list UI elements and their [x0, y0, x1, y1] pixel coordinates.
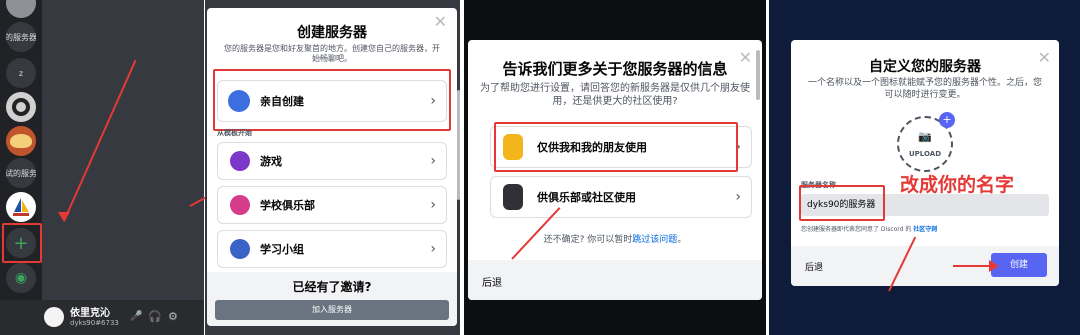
- avatar[interactable]: [44, 307, 64, 327]
- chevron-right-icon: ›: [430, 153, 436, 169]
- discord-sidebar-panel: 的服务器 z 试的服务 + ◉ ⤓ 依里克沁 dyks90#6733 🎤 🎧 ⚙: [0, 0, 217, 335]
- server-label: 试的服务: [6, 168, 36, 178]
- server-info-modal: ✕ 告诉我们更多关于您服务器的信息 为了帮助您进行设置，请回答您的新服务器是仅供…: [468, 40, 762, 300]
- annotation-highlight: [799, 185, 885, 221]
- user-panel: 依里克沁 dyks90#6733 🎤 🎧 ⚙: [0, 300, 204, 335]
- annotation-arrowhead: [989, 260, 999, 272]
- create-server-modal: ✕ 创建服务器 您的服务器是您和好友聚首的地方。创建您自己的服务器，开始畅聊吧。…: [207, 8, 457, 326]
- server-info-panel: ✕ 告诉我们更多关于您服务器的信息 为了帮助您进行设置，请回答您的新服务器是仅供…: [464, 0, 766, 335]
- modal-footer: 后退: [468, 260, 762, 300]
- server-label: 的服务器: [6, 32, 36, 42]
- customize-server-panel: ✕ 自定义您的服务器 一个名称以及一个图标就能赋予您的服务器个性。之后，您可以随…: [769, 0, 1080, 335]
- sailboat-icon: [13, 198, 29, 216]
- camera-icon: 📷: [918, 130, 932, 143]
- create-server-panel: ✕ 创建服务器 您的服务器是您和好友聚首的地方。创建您自己的服务器，开始畅聊吧。…: [205, 0, 460, 335]
- chevron-right-icon: ›: [430, 241, 436, 257]
- gear-icon[interactable]: ⚙: [168, 310, 178, 323]
- annotation-arrow: [63, 59, 137, 222]
- server-icon[interactable]: 试的服务: [6, 158, 36, 188]
- option-label: 学校俱乐部: [260, 199, 315, 212]
- modal-subtitle: 一个名称以及一个图标就能赋予您的服务器个性。之后，您可以随时进行变更。: [807, 78, 1042, 100]
- annotation-arrow: [953, 265, 991, 267]
- option-label: 供俱乐部或社区使用: [537, 191, 636, 204]
- skip-row: 还不确定? 你可以暂时跳过该问题。: [543, 235, 687, 245]
- option-label: 游戏: [260, 155, 282, 168]
- annotation-arrow: [189, 191, 217, 207]
- template-option[interactable]: 游戏 ›: [217, 142, 447, 180]
- community-option[interactable]: 供俱乐部或社区使用 ›: [490, 176, 752, 218]
- create-button[interactable]: 创建: [991, 253, 1047, 277]
- backpack-icon: [230, 239, 250, 259]
- scrollbar[interactable]: [457, 90, 460, 200]
- chevron-right-icon: ›: [735, 189, 741, 205]
- back-button[interactable]: 后退: [482, 274, 502, 289]
- annotation-arrowhead: [58, 212, 70, 222]
- server-icon[interactable]: [6, 92, 36, 122]
- template-option[interactable]: 学习小组 ›: [217, 230, 447, 268]
- back-button[interactable]: 后退: [805, 260, 823, 273]
- server-label: z: [18, 68, 24, 78]
- add-icon[interactable]: +: [939, 112, 955, 128]
- section-header: 从模板开始: [217, 129, 252, 137]
- chevron-right-icon: ›: [430, 197, 436, 213]
- server-icon[interactable]: [6, 126, 36, 156]
- annotation-highlight: [213, 69, 451, 131]
- option-label: 学习小组: [260, 243, 304, 256]
- customize-server-modal: ✕ 自定义您的服务器 一个名称以及一个图标就能赋予您的服务器个性。之后，您可以随…: [791, 40, 1059, 286]
- modal-title: 创建服务器: [297, 25, 367, 41]
- user-tag: dyks90#6733: [70, 319, 119, 327]
- template-option[interactable]: 学校俱乐部 ›: [217, 186, 447, 224]
- modal-title: 告诉我们更多关于您服务器的信息: [502, 60, 728, 78]
- modal-footer: 后退 创建: [791, 246, 1059, 286]
- modal-title: 自定义您的服务器: [869, 59, 981, 75]
- skip-link[interactable]: 跳过该问题: [632, 235, 677, 245]
- annotation-text: 改成你的名字: [900, 174, 1015, 196]
- swirl-icon: [12, 98, 30, 116]
- modal-footer: 已经有了邀请? 加入服务器: [207, 272, 457, 326]
- guideline-text: 您创建服务器即代表您同意了 Discord 的: [801, 226, 912, 233]
- unsure-text: 还不确定? 你可以暂时: [543, 235, 633, 245]
- food-icon: [10, 134, 32, 148]
- guidelines-link[interactable]: 社区守则: [913, 226, 937, 233]
- server-icon[interactable]: 的服务器: [6, 22, 36, 52]
- community-icon: [503, 184, 523, 210]
- server-icon[interactable]: [6, 192, 36, 222]
- upload-icon-area[interactable]: 📷 UPLOAD +: [897, 112, 955, 172]
- headphones-icon[interactable]: 🎧: [148, 310, 162, 323]
- annotation-highlight: [2, 223, 42, 263]
- modal-subtitle: 您的服务器是您和好友聚首的地方。创建您自己的服务器，开始畅聊吧。: [224, 44, 440, 64]
- invite-title: 已经有了邀请?: [292, 280, 372, 294]
- club-icon: [230, 195, 250, 215]
- upload-label: UPLOAD: [908, 150, 942, 158]
- join-server-button[interactable]: 加入服务器: [215, 300, 449, 320]
- username: 依里克沁: [70, 308, 110, 319]
- gamepad-icon: [230, 151, 250, 171]
- guideline-row: 您创建服务器即代表您同意了 Discord 的 社区守则: [801, 224, 937, 233]
- mute-mic-icon[interactable]: 🎤: [130, 311, 142, 322]
- compass-icon[interactable]: ◉: [6, 263, 36, 293]
- server-icon[interactable]: z: [6, 58, 36, 88]
- scrollbar[interactable]: [756, 50, 760, 100]
- server-rail: 的服务器 z 试的服务 + ◉: [0, 0, 42, 300]
- modal-subtitle: 为了帮助您进行设置，请回答您的新服务器是仅供几个朋友使用，还是供更大的社区使用?: [480, 83, 750, 107]
- server-icon[interactable]: [6, 0, 36, 18]
- annotation-highlight: [494, 122, 738, 172]
